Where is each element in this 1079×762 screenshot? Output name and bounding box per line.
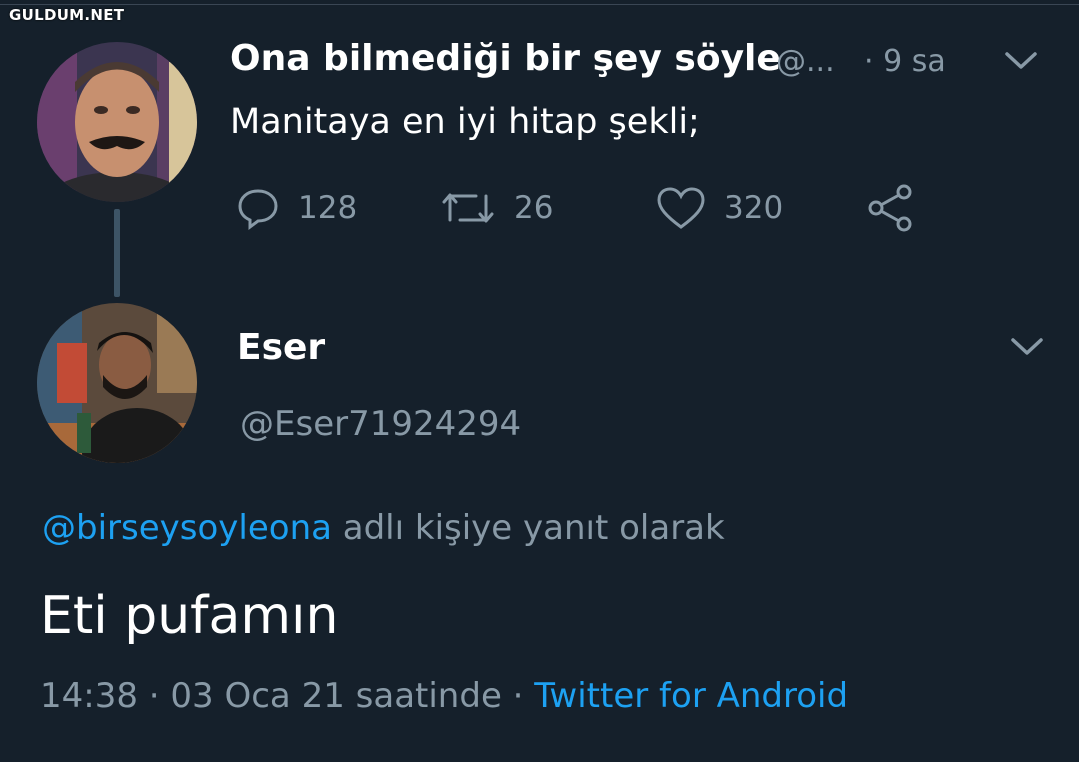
avatar[interactable] — [37, 42, 197, 202]
retweet-button[interactable]: 26 — [440, 186, 553, 230]
tweet1-display-name[interactable]: Ona bilmediği bir şey söyle — [230, 38, 781, 79]
tweet1-text: Manitaya en iyi hitap şekli; — [230, 102, 700, 142]
thread-connector — [114, 209, 120, 297]
retweet-icon — [442, 193, 494, 223]
reply-context-text: adlı kişiye yanıt olarak — [331, 508, 725, 548]
like-button[interactable]: 320 — [656, 186, 783, 230]
reply-count: 128 — [298, 190, 358, 226]
chevron-down-icon[interactable] — [1004, 50, 1038, 76]
tweet2-display-name[interactable]: Eser — [237, 327, 325, 368]
top-divider — [0, 4, 1079, 5]
chevron-down-icon[interactable] — [1010, 336, 1044, 362]
tweet2-handle[interactable]: @Eser71924294 — [240, 404, 521, 444]
mention-link[interactable]: @birseysoyleona — [42, 508, 332, 548]
watermark-logo: GULDUM.NET — [6, 6, 128, 24]
retweet-count: 26 — [514, 190, 554, 226]
reply-button[interactable]: 128 — [236, 186, 357, 230]
tweet2-text: Eti pufamın — [40, 586, 339, 646]
share-button[interactable] — [866, 184, 916, 232]
tweet1-time[interactable]: · 9 sa — [864, 44, 946, 79]
share-icon — [868, 184, 912, 232]
tweet-meta: 14:38 · 03 Oca 21 saatinde · Twitter for… — [40, 676, 848, 716]
reply-icon — [238, 189, 278, 230]
timestamp[interactable]: 14:38 · 03 Oca 21 saatinde · — [40, 676, 534, 716]
tweet1-handle[interactable]: @... — [776, 44, 835, 79]
reply-context: @birseysoyleona adlı kişiye yanıt olarak — [42, 508, 725, 548]
heart-icon — [657, 187, 705, 229]
client-link[interactable]: Twitter for Android — [534, 676, 848, 716]
like-count: 320 — [724, 190, 784, 226]
avatar[interactable] — [37, 303, 197, 463]
